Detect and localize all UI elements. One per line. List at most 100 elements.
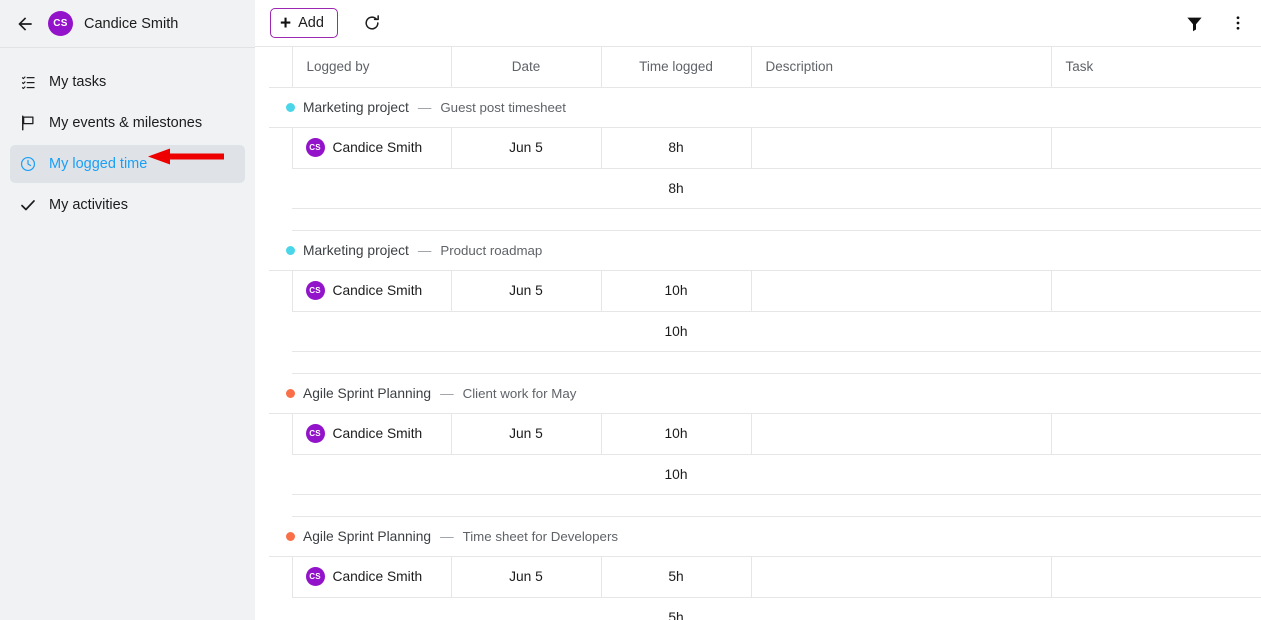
group-total-value: 10h: [601, 454, 751, 494]
group-header-row[interactable]: Marketing project — Guest post timesheet: [269, 87, 1261, 127]
group-header: Marketing project — Product roadmap: [286, 243, 1261, 258]
group-timesheet: Guest post timesheet: [440, 100, 566, 115]
column-header-date[interactable]: Date: [451, 47, 601, 87]
group-header: Agile Sprint Planning — Time sheet for D…: [286, 529, 1261, 544]
row-spacer: [269, 270, 292, 311]
total-spacer-logged: [292, 454, 451, 494]
logged-by-user: CS Candice Smith: [306, 281, 451, 300]
group-header-row[interactable]: Agile Sprint Planning — Client work for …: [269, 373, 1261, 413]
row-spacer: [269, 127, 292, 168]
sidebar-item-my-activities[interactable]: My activities: [10, 186, 245, 224]
cell-logged-by: CS Candice Smith: [292, 556, 451, 597]
group-total-row: 10h: [269, 454, 1261, 494]
group-project-name: Agile Sprint Planning: [303, 529, 431, 544]
project-color-dot: [286, 246, 295, 255]
back-arrow-icon[interactable]: [14, 13, 36, 35]
logged-time-table-wrap: Logged by Date Time logged Description T…: [255, 47, 1261, 620]
sidebar: CS Candice Smith My tasks: [0, 0, 255, 620]
sidebar-header: CS Candice Smith: [0, 0, 255, 48]
table-header-row: Logged by Date Time logged Description T…: [269, 47, 1261, 87]
logged-time-table: Logged by Date Time logged Description T…: [269, 47, 1261, 620]
group-gap-row: [269, 494, 1261, 516]
cell-description: [751, 556, 1051, 597]
logged-by-user: CS Candice Smith: [306, 424, 451, 443]
total-spacer-desc: [751, 454, 1051, 494]
table-row[interactable]: CS Candice Smith Jun 5 8h: [269, 127, 1261, 168]
group-project-name: Marketing project: [303, 100, 409, 115]
column-header-time-logged[interactable]: Time logged: [601, 47, 751, 87]
cell-task: [1051, 556, 1261, 597]
cell-description: [751, 413, 1051, 454]
column-header-logged-by[interactable]: Logged by: [292, 47, 451, 87]
group-timesheet: Time sheet for Developers: [463, 529, 618, 544]
group-timesheet: Product roadmap: [440, 243, 542, 258]
group-total-row: 5h: [269, 597, 1261, 620]
table-row[interactable]: CS Candice Smith Jun 5 5h: [269, 556, 1261, 597]
group-header-row[interactable]: Agile Sprint Planning — Time sheet for D…: [269, 516, 1261, 556]
logged-by-user: CS Candice Smith: [306, 567, 451, 586]
cell-description: [751, 270, 1051, 311]
total-spacer-desc: [751, 311, 1051, 351]
cell-date: Jun 5: [451, 413, 601, 454]
logged-by-name: Candice Smith: [333, 283, 423, 298]
more-vertical-icon[interactable]: [1224, 9, 1252, 37]
gap-cell: [292, 494, 1261, 516]
group-header: Agile Sprint Planning — Client work for …: [286, 386, 1261, 401]
avatar: CS: [48, 11, 73, 36]
table-row[interactable]: CS Candice Smith Jun 5 10h: [269, 270, 1261, 311]
column-header-description[interactable]: Description: [751, 47, 1051, 87]
avatar: CS: [306, 138, 325, 157]
cell-task: [1051, 413, 1261, 454]
total-spacer-logged: [292, 168, 451, 208]
sidebar-username: Candice Smith: [84, 16, 178, 32]
group-header-row[interactable]: Marketing project — Product roadmap: [269, 230, 1261, 270]
flag-icon: [18, 113, 38, 133]
cell-description: [751, 127, 1051, 168]
cell-logged-by: CS Candice Smith: [292, 270, 451, 311]
row-spacer: [269, 311, 292, 351]
table-header: Logged by Date Time logged Description T…: [269, 47, 1261, 87]
row-spacer: [269, 168, 292, 208]
group-separator: —: [440, 529, 454, 544]
sidebar-item-label: My activities: [49, 197, 128, 213]
sidebar-item-label: My logged time: [49, 156, 147, 172]
group-total-row: 8h: [269, 168, 1261, 208]
sidebar-item-label: My events & milestones: [49, 115, 202, 131]
group-header: Marketing project — Guest post timesheet: [286, 100, 1261, 115]
cell-time-logged: 5h: [601, 556, 751, 597]
row-spacer: [269, 597, 292, 620]
plus-icon: +: [280, 14, 291, 33]
cell-date: Jun 5: [451, 270, 601, 311]
add-button[interactable]: + Add: [270, 8, 338, 38]
gap-spacer: [269, 208, 292, 230]
project-color-dot: [286, 103, 295, 112]
sidebar-item-my-events-milestones[interactable]: My events & milestones: [10, 104, 245, 142]
total-spacer-date: [451, 311, 601, 351]
cell-time-logged: 10h: [601, 270, 751, 311]
sidebar-item-my-logged-time[interactable]: My logged time: [10, 145, 245, 183]
cell-logged-by: CS Candice Smith: [292, 413, 451, 454]
gap-spacer: [269, 494, 292, 516]
group-total-value: 10h: [601, 311, 751, 351]
avatar: CS: [306, 281, 325, 300]
sidebar-item-my-tasks[interactable]: My tasks: [10, 63, 245, 101]
refresh-icon[interactable]: [358, 9, 386, 37]
cell-date: Jun 5: [451, 127, 601, 168]
table-row[interactable]: CS Candice Smith Jun 5 10h: [269, 413, 1261, 454]
group-header-cell: Agile Sprint Planning — Time sheet for D…: [269, 516, 1261, 556]
total-spacer-task: [1051, 311, 1261, 351]
avatar: CS: [306, 567, 325, 586]
gap-cell: [292, 208, 1261, 230]
total-spacer-desc: [751, 597, 1051, 620]
cell-logged-by: CS Candice Smith: [292, 127, 451, 168]
column-header-task[interactable]: Task: [1051, 47, 1261, 87]
total-spacer-task: [1051, 168, 1261, 208]
filter-icon[interactable]: [1180, 9, 1208, 37]
group-header-cell: Agile Sprint Planning — Client work for …: [269, 373, 1261, 413]
app-root: CS Candice Smith My tasks: [0, 0, 1261, 620]
group-separator: —: [440, 386, 454, 401]
group-project-name: Agile Sprint Planning: [303, 386, 431, 401]
total-spacer-task: [1051, 597, 1261, 620]
group-header-cell: Marketing project — Product roadmap: [269, 230, 1261, 270]
total-spacer-task: [1051, 454, 1261, 494]
